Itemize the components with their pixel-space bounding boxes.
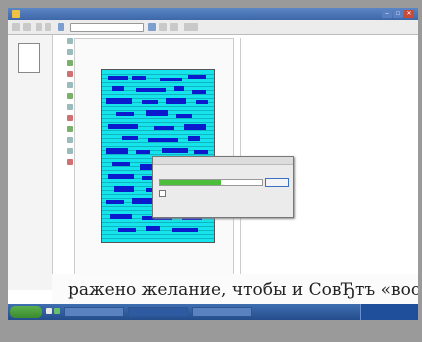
erase-tool-icon[interactable] — [67, 93, 73, 99]
recognized-text-block — [106, 98, 132, 104]
page-text-line — [102, 154, 214, 155]
taskbar-item-3[interactable] — [192, 307, 252, 317]
recognized-text-block — [106, 148, 128, 154]
maximize-button[interactable]: □ — [393, 10, 403, 18]
quicklaunch-icon[interactable] — [46, 308, 52, 314]
dialog-checkbox[interactable] — [159, 190, 166, 197]
toolbar — [8, 20, 418, 35]
page-text-line — [102, 106, 214, 107]
zoom-in-tool-icon[interactable] — [67, 126, 73, 132]
close-button[interactable]: ✕ — [404, 10, 414, 18]
recognized-text-block — [112, 162, 130, 166]
recognized-text-block — [154, 126, 174, 130]
page-text-line — [102, 222, 214, 223]
save-icon[interactable] — [45, 23, 51, 31]
page-text-line — [102, 146, 214, 147]
recognized-text-block — [118, 228, 136, 232]
page-text-line — [102, 94, 214, 95]
system-tray — [360, 304, 418, 320]
export-icon[interactable] — [170, 23, 178, 31]
page-text-line — [102, 234, 214, 235]
screen: – □ ✕ ражено желание, чтобы и СовЂтъ «во… — [8, 8, 418, 320]
recognized-text-block — [136, 150, 150, 154]
recognized-text-block — [174, 86, 184, 91]
recognized-text-block — [136, 88, 166, 92]
vertical-tool-strip — [66, 38, 74, 268]
progress-bar — [159, 179, 263, 186]
page-thumbnail[interactable] — [18, 43, 40, 73]
open-icon[interactable] — [36, 23, 42, 31]
start-button[interactable] — [10, 306, 42, 318]
recognized-text-block — [172, 228, 198, 232]
recognized-text-block — [108, 76, 128, 80]
page-text-line — [102, 134, 214, 135]
recognized-text-block — [108, 124, 138, 129]
recognized-text-block — [146, 226, 160, 231]
recognized-text-block — [114, 186, 134, 192]
monitor-frame: – □ ✕ ражено желание, чтобы и СовЂтъ «во… — [0, 0, 422, 342]
rotate-tool-icon[interactable] — [67, 115, 73, 121]
progress-fill — [160, 180, 222, 185]
minimize-button[interactable]: – — [382, 10, 392, 18]
page-text-line — [102, 82, 214, 83]
window-title-bar: – □ ✕ — [8, 8, 418, 20]
forward-icon[interactable] — [23, 23, 31, 31]
taskbar — [8, 304, 418, 320]
select-tool-icon[interactable] — [67, 38, 73, 44]
zoomed-text-strip: ражено желание, чтобы и СовЂтъ «воодушев… — [52, 274, 418, 308]
fit-tool-icon[interactable] — [67, 148, 73, 154]
recognized-text-block — [196, 100, 208, 104]
recognized-text-block — [108, 174, 134, 179]
app-icon — [12, 10, 20, 18]
back-icon[interactable] — [12, 23, 20, 31]
recognized-text-block — [192, 90, 206, 94]
recognized-text-block — [122, 136, 138, 140]
recognized-text-block — [148, 138, 178, 142]
zoom-select[interactable] — [184, 23, 198, 31]
recognized-text-block — [166, 98, 186, 104]
recognized-text-block — [146, 110, 168, 116]
dialog-title — [153, 157, 293, 165]
pages-sidebar — [8, 35, 53, 290]
barcode-tool-icon[interactable] — [67, 82, 73, 88]
recognized-text-block — [160, 78, 182, 81]
table-area-tool-icon[interactable] — [67, 71, 73, 77]
book-text-line: ражено желание, чтобы и СовЂтъ «воодушев… — [68, 280, 418, 300]
text-area-tool-icon[interactable] — [67, 49, 73, 55]
layout-icon[interactable] — [159, 23, 167, 31]
recognized-text-block — [184, 124, 206, 130]
zoom-out-tool-icon[interactable] — [67, 137, 73, 143]
dialog-button[interactable] — [265, 178, 289, 187]
recognized-text-block — [110, 214, 132, 219]
progress-dialog — [152, 156, 294, 218]
crop-tool-icon[interactable] — [67, 104, 73, 110]
read-icon[interactable] — [148, 23, 156, 31]
recognized-text-block — [176, 114, 192, 118]
recognized-text-block — [112, 86, 124, 91]
recognized-text-block — [188, 75, 206, 79]
recognized-text-block — [106, 200, 124, 204]
taskbar-item-active[interactable] — [128, 307, 188, 317]
recognized-text-block — [142, 100, 158, 104]
taskbar-item[interactable] — [64, 307, 124, 317]
recognized-text-block — [188, 136, 200, 141]
picture-area-tool-icon[interactable] — [67, 60, 73, 66]
recognized-text-block — [194, 150, 208, 154]
recognized-text-block — [132, 76, 146, 80]
page-text-line — [102, 122, 214, 123]
page-text-line — [102, 238, 214, 239]
path-field[interactable] — [70, 23, 144, 32]
recognized-text-block — [162, 148, 188, 153]
recognized-text-block — [116, 112, 134, 116]
scan-icon[interactable] — [58, 23, 64, 31]
order-tool-icon[interactable] — [67, 159, 73, 165]
quicklaunch-icon-2[interactable] — [54, 308, 60, 314]
page-text-line — [102, 142, 214, 143]
page-text-line — [102, 130, 214, 131]
page-text-line — [102, 118, 214, 119]
